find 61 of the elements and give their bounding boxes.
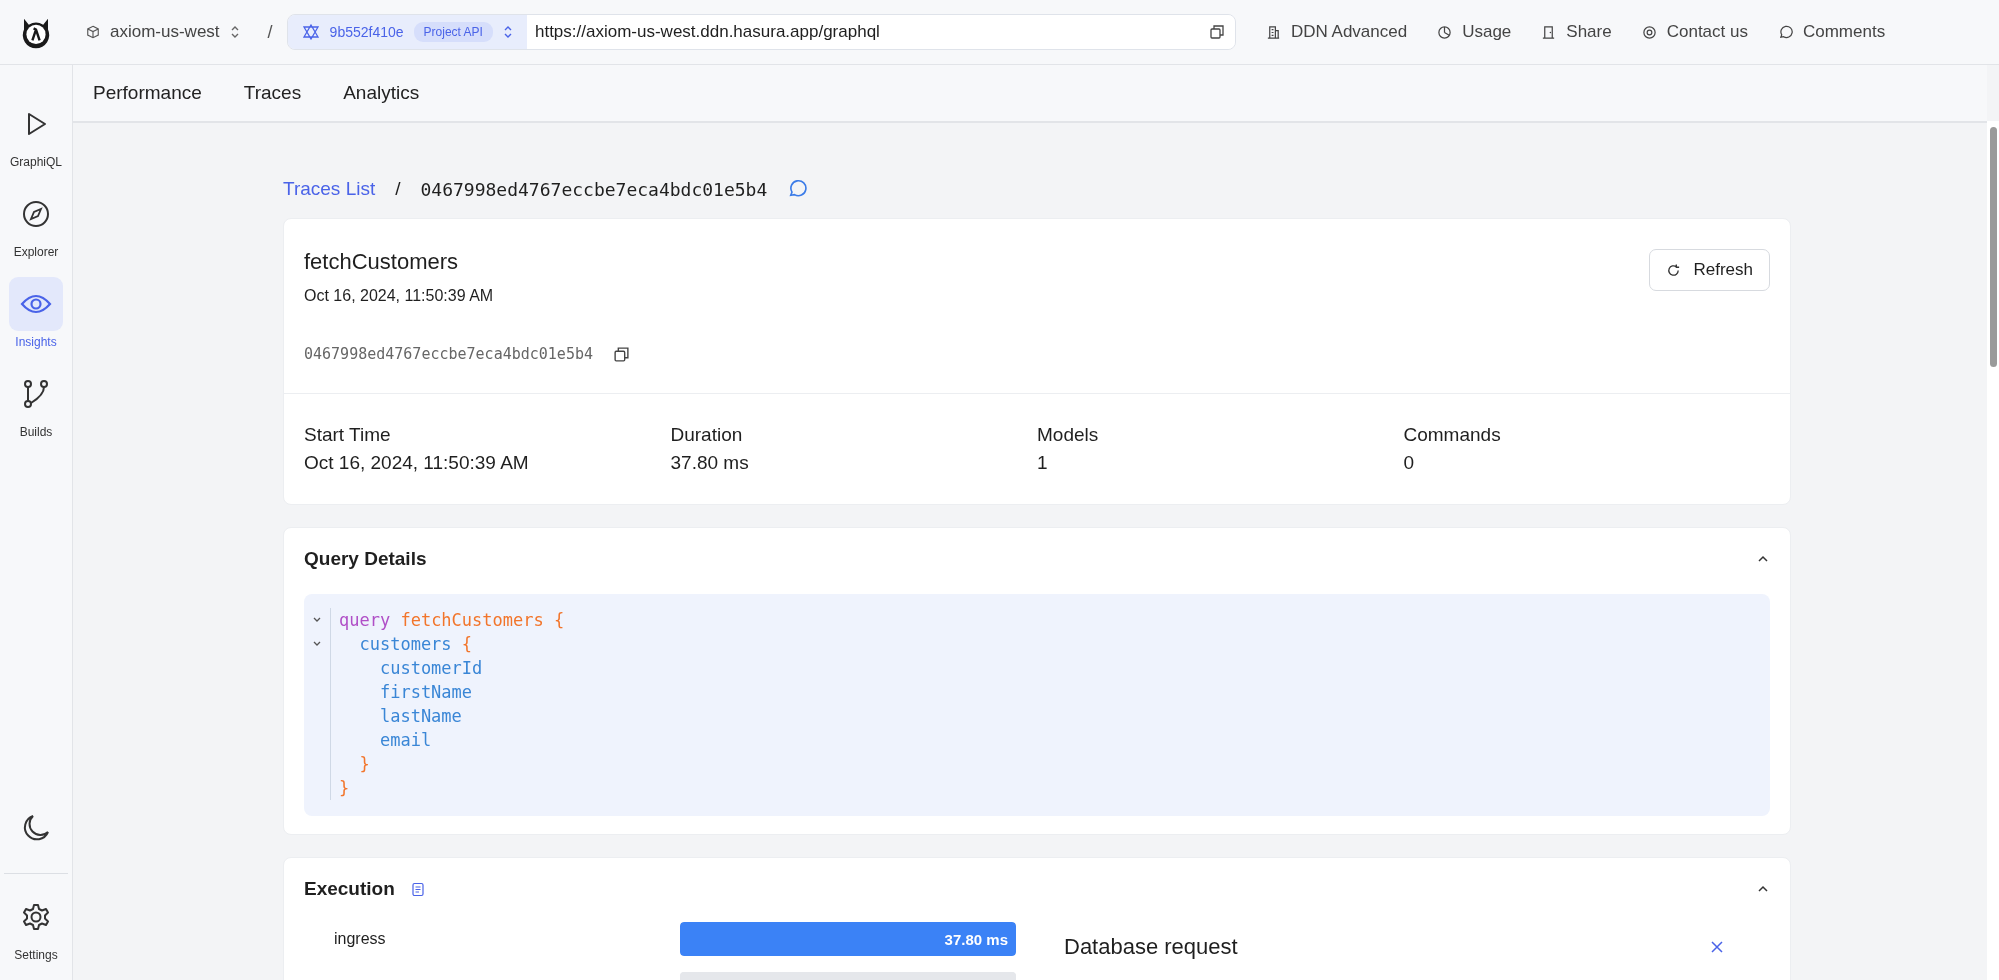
code-line: query fetchCustomers { — [339, 610, 565, 630]
tab[interactable]: Traces — [243, 82, 302, 104]
building-icon — [1265, 24, 1281, 40]
stat-value: 0 — [1403, 452, 1416, 474]
sidebar-item[interactable]: GraphiQL — [9, 97, 63, 169]
span-bar[interactable]: 37.80 ms — [680, 922, 1016, 956]
span-duration: 37.80 ms — [944, 930, 1008, 948]
settings-icon — [21, 902, 51, 932]
refresh-icon — [1666, 262, 1682, 278]
stat-label: Start Time — [304, 424, 392, 446]
cube-icon — [86, 25, 100, 39]
section-title: Execution — [304, 878, 395, 900]
comment-icon[interactable] — [787, 179, 808, 199]
comment-icon — [1777, 24, 1793, 40]
span-name[interactable]: ingress — [334, 930, 680, 948]
stat-label: Models — [1037, 424, 1100, 446]
traces-list-link[interactable]: Traces List — [283, 178, 376, 200]
section-title: Query Details — [304, 548, 427, 570]
document-icon[interactable] — [410, 881, 425, 897]
pie-chart-icon — [1437, 24, 1453, 40]
stat-value: Oct 16, 2024, 11:50:39 AM — [304, 452, 530, 474]
chevron-updown-icon — [229, 25, 240, 39]
sidebar-item[interactable]: Builds — [9, 367, 63, 439]
code-line: lastName — [378, 706, 462, 726]
stat-value: 37.80 ms — [670, 452, 750, 474]
panel-title: Database request — [1064, 934, 1238, 960]
path-separator: / — [267, 21, 273, 43]
contact-link[interactable]: Contact us — [1641, 22, 1748, 42]
plan-link[interactable]: DDN Advanced — [1265, 22, 1408, 42]
lifebuoy-icon — [1641, 24, 1657, 40]
copy-icon[interactable] — [613, 345, 630, 363]
project-selector[interactable]: axiom-us-west — [72, 22, 254, 42]
breadcrumb-separator: / — [395, 178, 401, 200]
settings-button[interactable]: Settings — [9, 890, 63, 962]
eye-icon — [20, 293, 52, 315]
trace-name: fetchCustomers — [304, 249, 460, 275]
moon-icon[interactable] — [21, 813, 51, 843]
tab[interactable]: Performance — [93, 82, 202, 104]
compass-icon — [22, 200, 50, 228]
sidebar-item[interactable]: Explorer — [9, 187, 63, 259]
trace-timestamp: Oct 16, 2024, 11:50:39 AM — [304, 287, 495, 305]
trace-id: 0467998ed4767eccbe7eca4bdc01e5b4 — [304, 345, 593, 363]
trace-id-heading: 0467998ed4767eccbe7eca4bdc01e5b4 — [420, 178, 768, 200]
code-line: } — [358, 754, 370, 774]
refresh-button[interactable]: Refresh — [1649, 249, 1770, 291]
branch-icon — [22, 379, 50, 409]
code-line: firstName — [378, 682, 473, 702]
tab[interactable]: Analytics — [343, 82, 420, 104]
close-icon[interactable] — [1710, 940, 1724, 954]
share-link[interactable]: Share — [1541, 22, 1612, 42]
code-line: customers { — [358, 634, 473, 654]
code-line: customerId — [378, 658, 483, 678]
scrollbar-thumb[interactable] — [1989, 127, 1997, 367]
comments-link[interactable]: Comments — [1777, 22, 1886, 42]
code-line: email — [378, 730, 432, 750]
code-line: } — [339, 778, 350, 798]
stat-label: Duration — [670, 424, 744, 446]
stat-label: Commands — [1403, 424, 1502, 446]
door-icon — [1541, 24, 1557, 40]
stat-value: 1 — [1037, 452, 1049, 474]
usage-link[interactable]: Usage — [1437, 22, 1512, 42]
